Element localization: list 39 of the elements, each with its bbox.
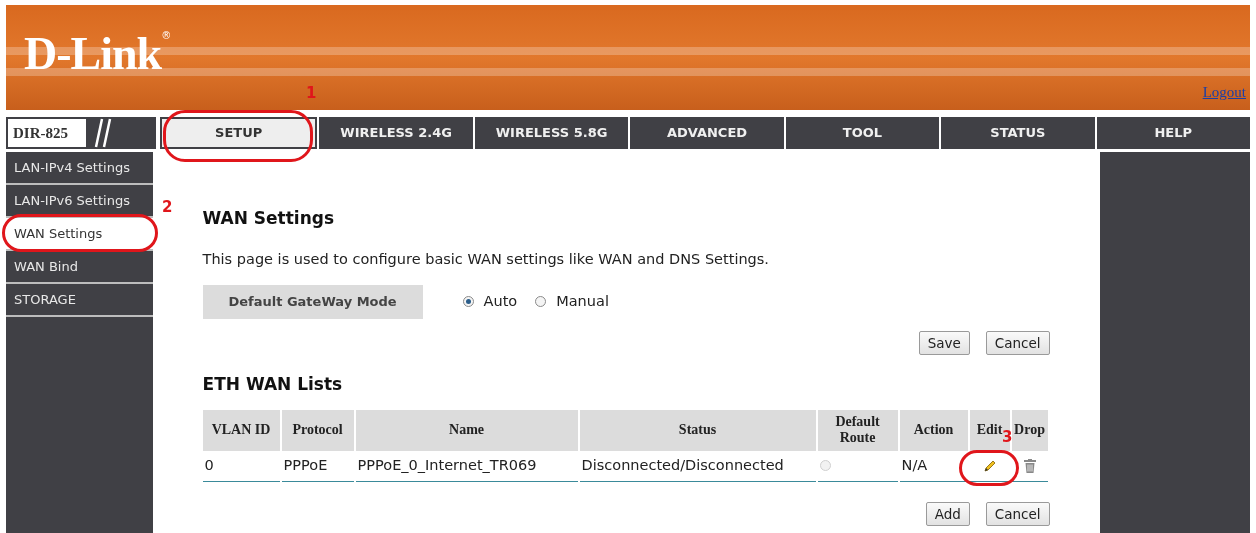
annotation-number: 3 xyxy=(1002,430,1013,445)
column-header: Default Route xyxy=(817,409,898,451)
table-cell: PPPoE xyxy=(281,450,354,482)
field-label: Default GateWay Mode xyxy=(202,284,423,319)
option-label[interactable]: Auto xyxy=(483,290,518,313)
page-description: This page is used to configure basic WAN settings like WAN and DNS Settings. xyxy=(202,250,770,269)
column-header: Action xyxy=(899,409,968,451)
action-button[interactable]: Add xyxy=(925,501,970,526)
nav-tab[interactable]: WIRELESS 2.4G xyxy=(319,117,473,149)
nav-tab[interactable]: ADVANCED xyxy=(630,117,784,149)
radio-button[interactable] xyxy=(535,296,547,308)
action-button[interactable]: Save xyxy=(918,330,970,355)
column-header: Protocol xyxy=(281,409,354,451)
pencil-icon[interactable] xyxy=(982,458,997,473)
table-cell: Disconnected/Disconnected xyxy=(579,450,816,482)
action-button[interactable]: Cancel xyxy=(985,501,1050,526)
page-title: WAN Settings xyxy=(202,207,336,229)
nav-tab[interactable]: STATUS xyxy=(941,117,1095,149)
sidebar-item[interactable]: WAN Settings xyxy=(6,218,153,251)
radio-button[interactable] xyxy=(462,296,474,308)
table-cell: N/A xyxy=(899,450,968,482)
nav-tab[interactable]: SETUP xyxy=(160,117,318,149)
section-title: ETH WAN Lists xyxy=(202,372,344,395)
column-header: Name xyxy=(355,409,578,451)
column-header: Status xyxy=(579,409,816,451)
nav-tab[interactable]: TOOL xyxy=(785,117,940,149)
option-label[interactable]: Manual xyxy=(556,290,609,313)
action-button[interactable]: Cancel xyxy=(985,330,1050,355)
nav-tab[interactable]: HELP xyxy=(1096,117,1250,149)
column-header: VLAN ID xyxy=(202,409,280,451)
table-cell: 0 xyxy=(202,450,280,482)
logo: D-Link® xyxy=(24,31,172,77)
trash-icon[interactable] xyxy=(1023,458,1036,473)
annotation-number: 2 xyxy=(162,200,173,215)
column-header: Drop xyxy=(1011,409,1048,451)
model-name: DIR-825 xyxy=(13,123,68,143)
nav-tab[interactable]: WIRELESS 5.8G xyxy=(474,117,629,149)
annotation-number: 1 xyxy=(306,86,317,101)
table-cell: PPPoE_0_Internet_TR069 xyxy=(355,450,578,482)
